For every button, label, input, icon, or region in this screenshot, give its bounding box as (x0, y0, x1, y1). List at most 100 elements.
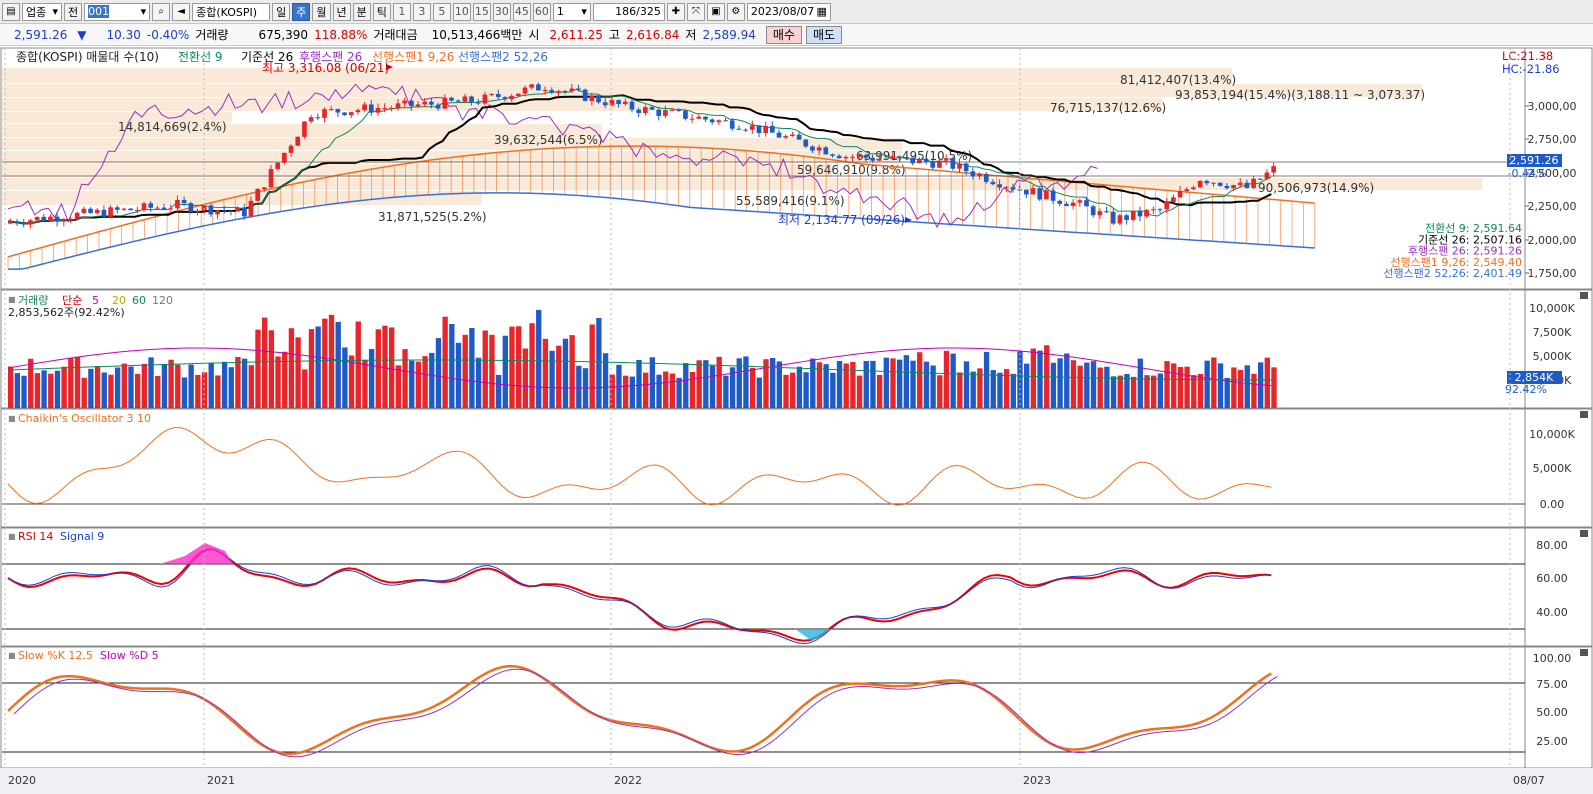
candle (1197, 180, 1203, 188)
date-field[interactable]: 2023/08/07 ▦ (746, 2, 831, 21)
tick-60[interactable]: 60 (532, 2, 551, 21)
volume: 675,390 (258, 27, 309, 42)
interval-select[interactable]: 1 ▾ (552, 2, 591, 21)
tick-45[interactable]: 45 (512, 2, 531, 21)
volume-bar (442, 316, 448, 408)
candle (930, 161, 936, 168)
volume-bar (382, 325, 388, 408)
x-axis-label: 2021 (207, 774, 235, 787)
low-price-annotation: 최저 2,134.77 (09/26) (778, 213, 905, 227)
volume-bar (709, 365, 716, 408)
price-axis-label: 2,750,00 (1528, 133, 1577, 146)
volume-bar (1070, 360, 1077, 408)
volume-bar (355, 321, 361, 408)
rsi-title: RSI 14 (18, 530, 53, 543)
period-year[interactable]: 년 (332, 2, 351, 21)
tick-1[interactable]: 1 (392, 2, 411, 21)
volume-bar (1204, 360, 1210, 408)
search-icon[interactable]: ⌕ (152, 2, 171, 21)
volume-bar (883, 357, 889, 408)
volume-bar (449, 324, 455, 408)
period-day[interactable]: 일 (272, 2, 291, 21)
tick-10[interactable]: 10 (452, 2, 471, 21)
candle (295, 136, 301, 146)
volume-bar (756, 377, 762, 408)
zoom-icon[interactable]: ⤧ (686, 2, 705, 21)
period-week[interactable]: 주 (292, 2, 311, 21)
candle (830, 154, 835, 156)
volume-bar (1024, 363, 1030, 408)
volume-bar (823, 364, 829, 408)
tick-30[interactable]: 30 (492, 2, 511, 21)
stock-chart[interactable]: 81,412,407(13.4%)93,853,194(15.4%)(3,188… (0, 46, 1593, 794)
volume-bar (88, 368, 94, 408)
volume-bar (68, 358, 74, 408)
gear-icon[interactable]: ⚙ (726, 2, 745, 21)
market-select[interactable]: 업종 ▾ (22, 2, 62, 21)
candle (121, 208, 127, 210)
sell-button[interactable]: 매도 (805, 25, 843, 44)
candle (462, 96, 468, 102)
volume-bar (368, 349, 375, 408)
panel-maximize-icon (1580, 411, 1588, 418)
buy-button[interactable]: 매수 (765, 25, 802, 44)
volume-bar (328, 314, 335, 408)
candle (1130, 210, 1136, 220)
tick-3[interactable]: 3 (412, 2, 431, 21)
prev-button[interactable]: 전 (64, 2, 83, 21)
candle (241, 207, 247, 217)
volume-bar (208, 362, 214, 408)
volume-bar (429, 352, 435, 408)
candle (883, 158, 889, 160)
volume-bar (302, 369, 308, 408)
volume-bar (1137, 358, 1143, 408)
candle (94, 209, 100, 213)
volume-bar (783, 374, 789, 408)
candle (629, 101, 635, 110)
candle (449, 97, 454, 101)
volume-bar (8, 366, 14, 408)
volume-bar (282, 351, 288, 408)
candle (1024, 189, 1029, 195)
candle (903, 157, 909, 159)
candle (368, 104, 374, 113)
period-month[interactable]: 월 (312, 2, 331, 21)
x-axis-label: 08/07 (1513, 774, 1545, 787)
code-input[interactable]: 001 ▾ (84, 2, 151, 21)
candle (796, 134, 802, 140)
candle (1110, 211, 1116, 224)
volume-bar (435, 338, 442, 408)
stoch-axis-label: 100.00 (1533, 652, 1572, 665)
tick-5[interactable]: 5 (432, 2, 451, 21)
count-field[interactable]: 186/325 (592, 2, 665, 21)
period-minute[interactable]: 분 (352, 2, 371, 21)
candle (616, 100, 621, 105)
volume-bar (542, 338, 549, 408)
candle (409, 100, 414, 107)
volume-bar (288, 328, 295, 408)
candle (549, 89, 555, 93)
menu-icon[interactable]: ▤ (2, 2, 20, 21)
volume-bar (402, 349, 408, 408)
volume-bar (576, 365, 582, 408)
panel-maximize-icon (1580, 530, 1588, 537)
volume-bar (168, 359, 174, 408)
tick-15[interactable]: 15 (472, 2, 491, 21)
crosshair-icon[interactable]: ✚ (666, 2, 685, 21)
candle (669, 109, 675, 111)
calendar-icon[interactable]: ▦ (816, 5, 826, 18)
candle (1244, 182, 1250, 188)
candle (696, 116, 702, 119)
candle (816, 147, 822, 151)
save-icon[interactable]: ▣ (706, 2, 725, 21)
volume-bar (128, 366, 134, 408)
candle (836, 155, 842, 159)
stoch-signal-title: Slow %D 5 (100, 649, 159, 662)
speaker-icon[interactable]: ◄ (172, 2, 191, 21)
volume-bar (1244, 365, 1250, 408)
volume-bar (362, 359, 368, 408)
period-tick[interactable]: 틱 (372, 2, 391, 21)
volume-bar (1090, 361, 1097, 408)
volume-bar (696, 360, 702, 408)
candle (897, 156, 902, 158)
